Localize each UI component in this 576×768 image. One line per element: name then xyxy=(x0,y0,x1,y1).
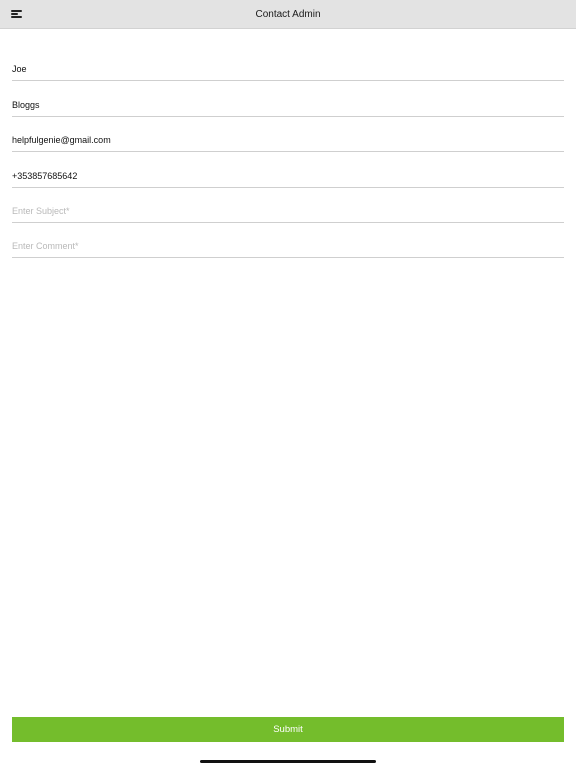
last-name-field-row xyxy=(12,81,564,117)
comment-field[interactable] xyxy=(12,241,564,252)
menu-line xyxy=(11,16,22,18)
email-field-row xyxy=(12,117,564,153)
menu-line xyxy=(11,10,22,12)
subject-field[interactable] xyxy=(12,205,564,216)
submit-button[interactable]: Submit xyxy=(12,717,564,742)
contact-form xyxy=(12,46,564,259)
phone-field-row xyxy=(12,152,564,188)
first-name-field-row xyxy=(12,46,564,82)
home-indicator xyxy=(200,760,376,763)
menu-line xyxy=(11,13,18,15)
phone-field[interactable] xyxy=(12,170,564,181)
subject-field-row xyxy=(12,188,564,223)
comment-field-row xyxy=(12,223,564,259)
page-title: Contact Admin xyxy=(255,9,321,20)
first-name-field[interactable] xyxy=(12,64,564,75)
hamburger-menu-icon[interactable] xyxy=(11,9,23,19)
email-field[interactable] xyxy=(12,135,564,146)
navigation-bar: Contact Admin xyxy=(0,0,576,29)
contact-admin-screen: Contact Admin Submit xyxy=(0,0,576,768)
last-name-field[interactable] xyxy=(12,99,564,110)
